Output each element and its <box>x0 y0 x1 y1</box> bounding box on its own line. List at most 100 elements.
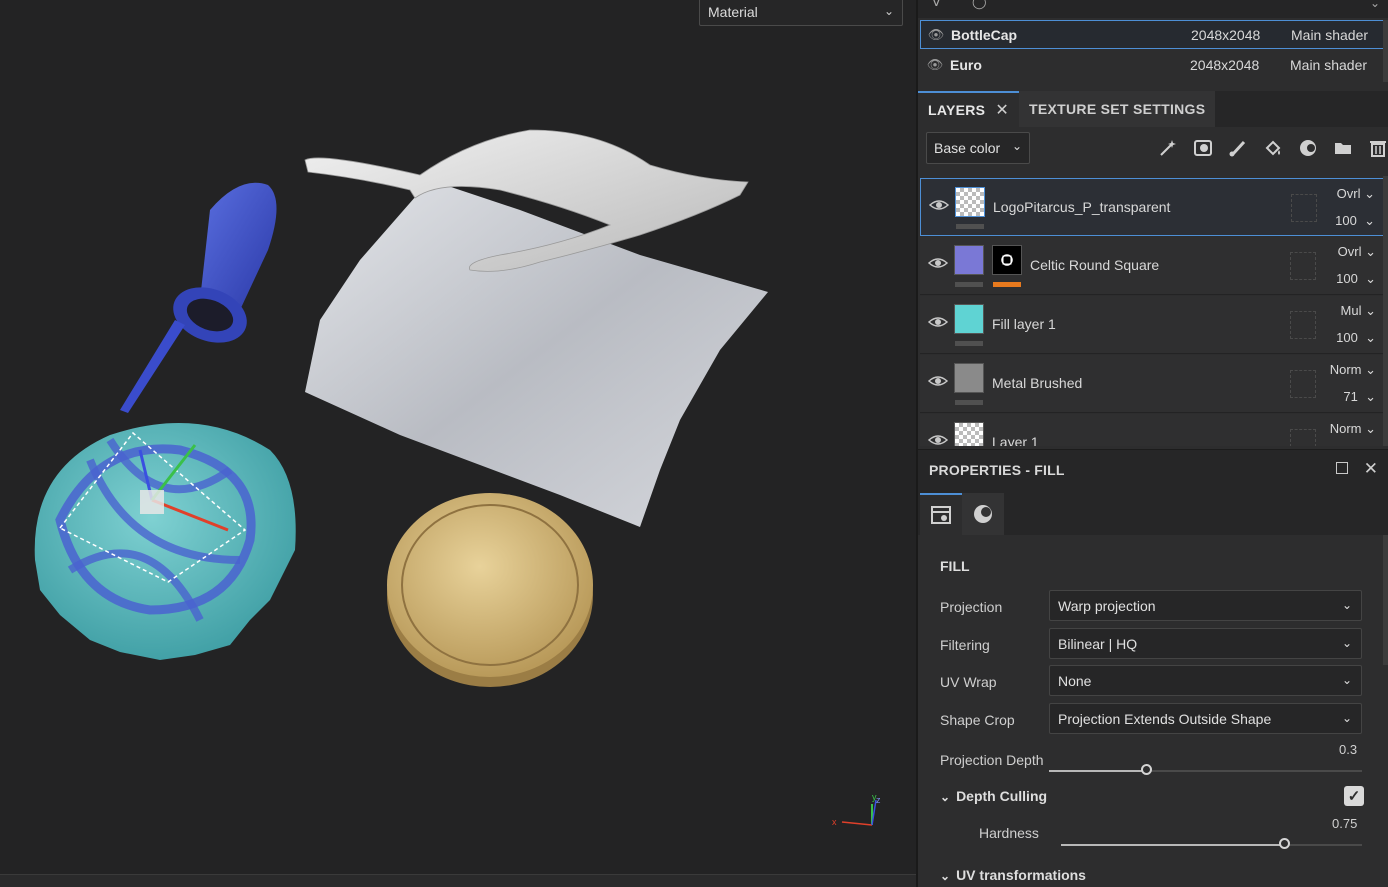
blend-mode-select[interactable]: Ovrl ⌄ <box>1338 244 1376 260</box>
projection-depth-value[interactable]: 0.3 <box>1339 742 1357 757</box>
layer-row[interactable]: Layer 1 Norm ⌄ <box>920 414 1386 446</box>
hardness-value[interactable]: 0.75 <box>1332 816 1357 831</box>
opacity-value: 100 <box>1336 271 1358 286</box>
folder-icon[interactable] <box>1331 136 1355 160</box>
projection-label: Projection <box>940 599 1003 615</box>
filtering-label: Filtering <box>940 637 990 653</box>
tab-material-properties[interactable] <box>962 493 1004 535</box>
layer-name: Celtic Round Square <box>1030 257 1160 273</box>
chevron-down-icon: ⌄ <box>1341 673 1352 687</box>
layer-thumb-bar <box>956 224 984 229</box>
hardness-slider[interactable] <box>1061 838 1362 849</box>
opacity-field[interactable]: 100 ⌄ <box>1336 330 1376 346</box>
layer-thumb-bar <box>955 282 983 287</box>
layer-mask-slot[interactable] <box>1290 370 1316 398</box>
layer-mask-slot[interactable] <box>1290 252 1316 280</box>
projection-depth-label: Projection Depth <box>940 752 1044 768</box>
3d-viewport[interactable]: Material ⌄ y z x <box>0 0 916 887</box>
layer-row[interactable]: Fill layer 1 Mul ⌄ 100 ⌄ <box>920 296 1386 354</box>
layer-thumb-bar <box>955 400 983 405</box>
paint-brush-icon[interactable] <box>1226 136 1250 160</box>
opacity-field[interactable]: 100 ⌄ <box>1335 213 1375 229</box>
visibility-eye-icon[interactable]: 👁 <box>921 27 951 43</box>
blend-mode-select[interactable]: Norm ⌄ <box>1330 362 1376 378</box>
fill-bucket-icon[interactable] <box>1261 136 1285 160</box>
blend-mode-select[interactable]: Mul ⌄ <box>1341 303 1376 319</box>
opacity-field[interactable]: 71 ⌄ <box>1343 389 1376 405</box>
tab-layers-label: LAYERS <box>928 102 986 118</box>
tab-fill-properties[interactable] <box>920 493 962 535</box>
layer-row[interactable]: Metal Brushed Norm ⌄ 71 ⌄ <box>920 355 1386 413</box>
visibility-eye-icon[interactable]: 👁 <box>920 57 950 73</box>
chevron-down-icon: ⌄ <box>1011 139 1022 153</box>
uv-transformations-header[interactable]: ⌄ UV transformations <box>940 867 1086 883</box>
close-icon[interactable]: ✕ <box>1364 459 1378 479</box>
texture-set-size: 2048x2048 <box>1190 56 1260 73</box>
viewport-status-bar <box>0 874 916 887</box>
opacity-field[interactable]: 100 ⌄ <box>1336 271 1376 287</box>
tab-texture-set-settings[interactable]: TEXTURE SET SETTINGS <box>1019 91 1216 127</box>
chevron-down-icon[interactable]: ⌄ <box>1370 0 1380 10</box>
depth-culling-header[interactable]: ⌄ Depth Culling <box>940 788 1047 804</box>
filter-icon[interactable]: ∇ <box>932 0 941 10</box>
layers-toolbar: Base color ⌄ <box>918 127 1388 171</box>
layers-scrollbar[interactable] <box>1383 176 1388 446</box>
mask-thumbnail[interactable] <box>992 245 1022 275</box>
add-effect-icon[interactable] <box>1156 136 1180 160</box>
texture-set-row-euro[interactable]: 👁 Euro 2048x2048 Main shader <box>920 50 1386 79</box>
shape-crop-select[interactable]: Projection Extends Outside Shape ⌄ <box>1049 703 1362 734</box>
right-panel: ∇ ◯ ⌄ 👁 BottleCap 2048x2048 Main shader … <box>916 0 1388 887</box>
properties-scrollbar[interactable] <box>1383 535 1388 665</box>
blend-mode-select[interactable]: Ovrl ⌄ <box>1337 186 1375 202</box>
tab-layers[interactable]: LAYERS ✕ <box>918 91 1020 127</box>
depth-culling-checkbox[interactable]: ✓ <box>1344 786 1364 806</box>
layer-thumbnail <box>954 245 984 275</box>
viewport-mode-select[interactable]: Material ⌄ <box>699 0 903 26</box>
projection-depth-slider[interactable] <box>1049 764 1362 775</box>
layer-mask-slot[interactable] <box>1290 429 1316 446</box>
slider-fill <box>1049 770 1147 772</box>
uv-wrap-value: None <box>1058 672 1092 689</box>
material-sphere-icon <box>974 505 992 523</box>
float-window-icon[interactable] <box>1336 462 1348 474</box>
pipette-mesh <box>120 182 277 413</box>
projection-select[interactable]: Warp projection ⌄ <box>1049 590 1362 621</box>
smart-material-icon[interactable] <box>1296 136 1320 160</box>
layer-name: Metal Brushed <box>992 375 1083 391</box>
properties-header: PROPERTIES - FILL ✕ <box>918 449 1388 490</box>
layer-row[interactable]: Celtic Round Square Ovrl ⌄ 100 ⌄ <box>920 237 1386 295</box>
texture-set-scrollbar[interactable] <box>1383 20 1388 82</box>
visibility-eye-icon[interactable] <box>928 373 948 389</box>
uv-wrap-select[interactable]: None ⌄ <box>1049 665 1362 696</box>
bottle-cap-mesh <box>34 423 296 660</box>
axis-x-line <box>841 821 873 826</box>
chevron-down-icon: ⌄ <box>940 869 951 883</box>
layers-tabbar: LAYERS ✕ TEXTURE SET SETTINGS <box>918 91 1388 127</box>
layer-row[interactable]: LogoPitarcus_P_transparent Ovrl ⌄ 100 ⌄ <box>920 178 1386 236</box>
layer-name: Layer 1 <box>992 434 1039 446</box>
visibility-eye-icon[interactable] <box>928 314 948 330</box>
settings-icon[interactable]: ◯ <box>972 0 987 10</box>
slider-handle[interactable] <box>1279 838 1290 849</box>
tab-texture-set-settings-label: TEXTURE SET SETTINGS <box>1029 101 1206 117</box>
trash-icon[interactable] <box>1366 136 1388 160</box>
blend-mode-select[interactable]: Norm ⌄ <box>1330 421 1376 437</box>
filtering-select[interactable]: Bilinear | HQ ⌄ <box>1049 628 1362 659</box>
slider-handle[interactable] <box>1141 764 1152 775</box>
texture-set-name: BottleCap <box>951 26 1018 43</box>
shape-crop-value: Projection Extends Outside Shape <box>1058 710 1272 727</box>
texture-set-shader: Main shader <box>1290 56 1368 73</box>
texture-set-name: Euro <box>950 56 982 73</box>
visibility-eye-icon[interactable] <box>929 197 949 213</box>
close-icon[interactable]: ✕ <box>995 100 1009 120</box>
layer-mask-slot[interactable] <box>1290 311 1316 339</box>
add-mask-icon[interactable] <box>1191 136 1215 160</box>
channel-select[interactable]: Base color ⌄ <box>926 132 1030 164</box>
layer-mask-slot[interactable] <box>1291 194 1317 222</box>
properties-title: PROPERTIES - FILL <box>929 462 1065 478</box>
texture-set-row-bottlecap[interactable]: 👁 BottleCap 2048x2048 Main shader <box>920 20 1386 49</box>
slider-fill <box>1061 844 1286 846</box>
visibility-eye-icon[interactable] <box>928 255 948 271</box>
visibility-eye-icon[interactable] <box>928 432 948 446</box>
axis-gizmo: y z x <box>832 792 881 827</box>
